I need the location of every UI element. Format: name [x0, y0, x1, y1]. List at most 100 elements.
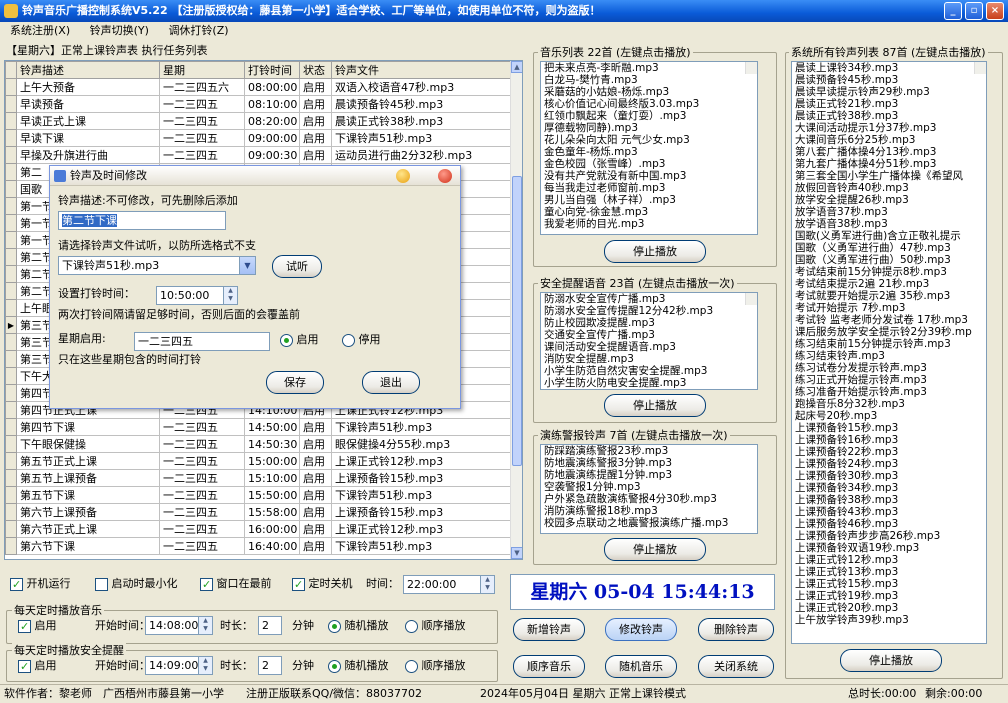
list-item[interactable]: 上课预备铃22秒.mp3 — [792, 446, 986, 458]
col-header-desc[interactable]: 铃声描述 — [16, 61, 160, 79]
drill-list[interactable]: 防踩踏演练警报23秒.mp3 防地震演练警报3分钟.mp3 防地震演练提醒1分钟.m… — [540, 444, 758, 534]
list-item[interactable]: 大课间音乐6分25秒.mp3 — [792, 134, 986, 146]
table-row[interactable]: 第五节下课 一二三四五 15:50:00 启用 下课铃声51秒.mp3 — [5, 486, 511, 504]
list-item[interactable]: 防溺水安全宣传提醒12分42秒.mp3 — [541, 305, 757, 317]
list-item[interactable]: 晨读预备铃45秒.mp3 — [792, 74, 986, 86]
table-row[interactable]: 早操及升旗进行曲 一二三四五 09:00:30 启用 运动员进行曲2分32秒.mp3 — [5, 146, 511, 164]
allrings-scrollbar[interactable] — [974, 62, 986, 74]
topmost-checkbox[interactable] — [200, 577, 213, 593]
list-item[interactable]: 国歌（义勇军进行曲）47秒.mp3 — [792, 242, 986, 254]
menu-ring-switch[interactable]: 铃声切换(Y) — [84, 22, 155, 40]
list-item[interactable]: 考试结束提示2遍 21秒.mp3 — [792, 278, 986, 290]
allrings-list[interactable]: 晨读上课铃34秒.mp3 晨读预备铃45秒.mp3 晨读早读提示铃声29秒.mp3 晨… — [791, 61, 987, 644]
list-item[interactable]: 防止校园欺凌提醒.mp3 — [541, 317, 757, 329]
safety-scrollbar[interactable] — [745, 293, 757, 305]
table-row[interactable]: 早读预备 一二三四五 08:10:00 启用 晨读预备铃45秒.mp3 — [5, 95, 511, 113]
list-item[interactable]: 上课预备铃38秒.mp3 — [792, 494, 986, 506]
list-item[interactable]: 练习正式开始提示铃声.mp3 — [792, 374, 986, 386]
col-header-file[interactable]: 铃声文件 — [331, 61, 511, 79]
dialog-title-bar[interactable]: 铃声及时间修改 — [50, 166, 460, 186]
table-row[interactable]: 第六节上课预备 一二三四五 15:58:00 启用 上课预备铃15秒.mp3 — [5, 503, 511, 521]
list-item[interactable]: 国歌（义勇军进行曲）50秒.mp3 — [792, 254, 986, 266]
list-item[interactable]: 起床号20秒.mp3 — [792, 410, 986, 422]
list-item[interactable]: 上课预备铃双语19秒.mp3 — [792, 542, 986, 554]
list-item[interactable]: 上课预备铃15秒.mp3 — [792, 422, 986, 434]
list-item[interactable]: 放学语音37秒.mp3 — [792, 206, 986, 218]
list-item[interactable]: 小学生防范自然灾害安全提醒.mp3 — [541, 365, 757, 377]
list-item[interactable]: 练习结束铃声.mp3 — [792, 350, 986, 362]
dialog-save-button[interactable]: 保存 — [266, 371, 324, 394]
list-item[interactable]: 放学语音38秒.mp3 — [792, 218, 986, 230]
list-item[interactable]: 上课预备铃声步步高26秒.mp3 — [792, 530, 986, 542]
safety-stop-button[interactable]: 停止播放 — [604, 394, 706, 417]
col-header-time[interactable]: 打铃时间 — [244, 61, 300, 79]
daily-safety-random-radio[interactable] — [328, 659, 341, 673]
list-item[interactable]: 上课预备铃30秒.mp3 — [792, 470, 986, 482]
table-row[interactable]: 早读下课 一二三四五 09:00:00 启用 下课铃声51秒.mp3 — [5, 129, 511, 147]
edit-ring-dialog[interactable]: 铃声及时间修改 铃声描述:不可修改，可先删除后添加 第二节下课 请选择铃声文件试… — [49, 165, 461, 409]
list-item[interactable]: 上课正式铃12秒.mp3 — [792, 554, 986, 566]
list-item[interactable]: 花儿朵朵向太阳 元气少女.mp3 — [541, 134, 757, 146]
list-item[interactable]: 我爱老师的目光.mp3 — [541, 218, 757, 230]
list-item[interactable]: 男儿当自强（林子祥）.mp3 — [541, 194, 757, 206]
dropdown-arrow-icon[interactable]: ▼ — [239, 257, 255, 274]
table-row[interactable]: 第六节正式上课 一二三四五 16:00:00 启用 上课正式铃12秒.mp3 — [5, 520, 511, 538]
list-item[interactable]: 核心价值记心间最终版3.03.mp3 — [541, 98, 757, 110]
list-item[interactable]: 上课预备铃46秒.mp3 — [792, 518, 986, 530]
list-item[interactable]: 采蘑菇的小姑娘-杨烁.mp3 — [541, 86, 757, 98]
list-item[interactable]: 户外紧急疏散演练警报4分30秒.mp3 — [541, 493, 757, 505]
list-item[interactable]: 上课预备铃43秒.mp3 — [792, 506, 986, 518]
table-row[interactable]: 第五节上课预备 一二三四五 15:10:00 启用 上课预备铃15秒.mp3 — [5, 469, 511, 487]
dialog-listen-button[interactable]: 试听 — [272, 255, 322, 278]
dialog-time-spinner[interactable]: ▲ ▼ — [223, 286, 238, 305]
list-item[interactable]: 国歌(义勇军进行曲)含立正敬礼提示 — [792, 230, 986, 242]
dialog-file-select[interactable]: 下课铃声51秒.mp3 ▼ — [58, 256, 256, 275]
list-item[interactable]: 防地震演练警报3分钟.mp3 — [541, 457, 757, 469]
col-header-status[interactable]: 状态 — [299, 61, 332, 79]
scroll-down-arrow[interactable]: ▼ — [511, 547, 522, 559]
dialog-minimize-button[interactable] — [396, 169, 410, 183]
scroll-up-arrow[interactable]: ▲ — [511, 61, 522, 73]
list-item[interactable]: 上课预备铃16秒.mp3 — [792, 434, 986, 446]
list-item[interactable]: 晨读早读提示铃声29秒.mp3 — [792, 86, 986, 98]
allrings-stop-button[interactable]: 停止播放 — [840, 649, 942, 672]
dialog-time-input[interactable]: 10:50:00 — [156, 286, 224, 305]
list-item[interactable]: 防踩踏演练警报23秒.mp3 — [541, 445, 757, 457]
schedule-scrollbar[interactable]: ▲ ▼ — [510, 61, 522, 559]
daily-safety-start-input[interactable]: 14:09:00 — [145, 656, 200, 675]
list-item[interactable]: 考试就要开始提示2遍 35秒.mp3 — [792, 290, 986, 302]
dialog-enable-radio[interactable] — [280, 333, 293, 347]
minimize-button[interactable]: _ — [944, 2, 962, 20]
daily-music-random-radio[interactable] — [328, 619, 341, 633]
col-header-week[interactable]: 星期 — [159, 61, 245, 79]
daily-safety-enable-checkbox[interactable] — [18, 659, 31, 675]
start-min-checkbox[interactable] — [95, 577, 108, 591]
daily-music-start-input[interactable]: 14:08:00 — [145, 616, 200, 635]
list-item[interactable]: 练习准备开始提示铃声.mp3 — [792, 386, 986, 398]
shutdown-time-spinner[interactable]: ▲ ▼ — [480, 575, 495, 594]
list-item[interactable]: 第三套全国小学生广播体操《希望风 — [792, 170, 986, 182]
add-ring-button[interactable]: 新增铃声 — [513, 618, 585, 641]
list-item[interactable]: 小学生防火防电安全提醒.mp3 — [541, 377, 757, 389]
list-item[interactable]: 练习结束前15分钟提示铃声.mp3 — [792, 338, 986, 350]
list-item[interactable]: 红领巾飘起来（童灯耍）.mp3 — [541, 110, 757, 122]
list-item[interactable]: 上课正式铃20秒.mp3 — [792, 602, 986, 614]
list-item[interactable]: 考试开始提示 7秒.mp3 — [792, 302, 986, 314]
list-item[interactable]: 空袭警报1分钟.mp3 — [541, 481, 757, 493]
list-item[interactable]: 上课预备铃24秒.mp3 — [792, 458, 986, 470]
list-item[interactable]: 练习试卷分发提示铃声.mp3 — [792, 362, 986, 374]
table-row[interactable]: 第四节下课 一二三四五 14:50:00 启用 下课铃声51秒.mp3 — [5, 418, 511, 436]
list-item[interactable]: 放假回音铃声40秒.mp3 — [792, 182, 986, 194]
close-system-button[interactable]: 关闭系统 — [698, 655, 774, 678]
list-item[interactable]: 课后服务放学安全提示铃2分39秒.mp — [792, 326, 986, 338]
menu-adjust-ring[interactable]: 调休打铃(Z) — [162, 22, 234, 40]
menu-register[interactable]: 系统注册(X) — [4, 22, 76, 40]
table-row[interactable]: 第六节下课 一二三四五 16:40:00 启用 下课铃声51秒.mp3 — [5, 537, 511, 555]
list-item[interactable]: 上课正式铃13秒.mp3 — [792, 566, 986, 578]
table-row[interactable]: 上午大预备 一二三四五六 08:00:00 启用 双语入校语音47秒.mp3 — [5, 78, 511, 96]
list-item[interactable]: 晨读正式铃38秒.mp3 — [792, 110, 986, 122]
list-item[interactable]: 交通安全宣传广播.mp3 — [541, 329, 757, 341]
title-bar[interactable]: 铃声音乐广播控制系统V5.22 【注册版授权给：藤县第一小学】适合学校、工厂等单… — [0, 0, 1008, 22]
list-item[interactable]: 厚德载物同静).mp3 — [541, 122, 757, 134]
list-item[interactable]: 没有共产党就没有新中国.mp3 — [541, 170, 757, 182]
